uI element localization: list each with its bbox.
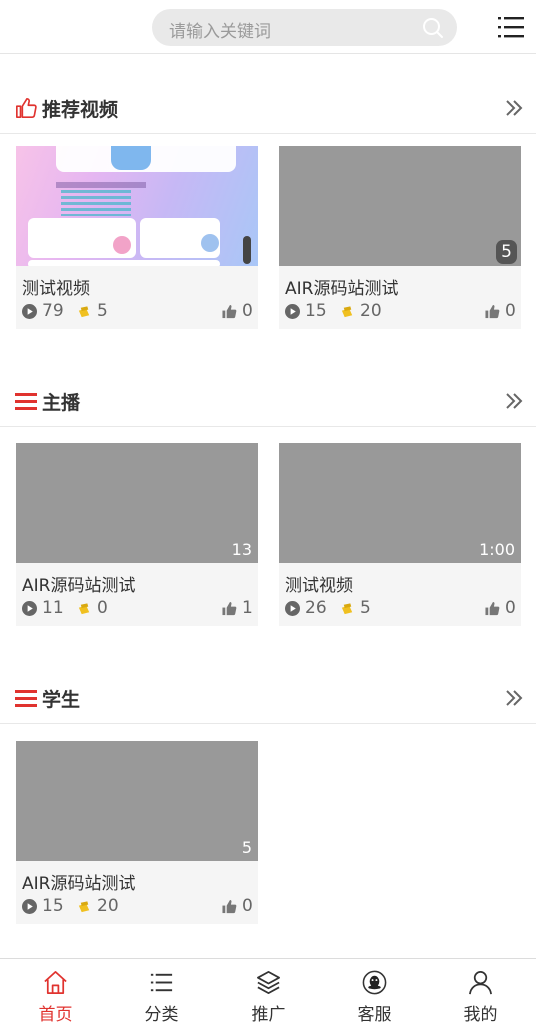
coins-count: 5 <box>77 301 108 321</box>
views-count: 11 <box>22 598 64 618</box>
list-icon <box>15 690 37 707</box>
video-title[interactable]: AIR源码站测试 <box>22 869 135 894</box>
section-title: 主播 <box>42 392 81 414</box>
coins-count: 5 <box>340 598 371 618</box>
views-count: 79 <box>22 301 64 321</box>
video-card[interactable]: 1:00 测试视频 26 5 0 <box>279 443 521 626</box>
video-card[interactable]: 5 AIR源码站测试 15 20 0 <box>279 146 521 329</box>
play-circle-icon <box>22 600 37 616</box>
views-count: 15 <box>22 896 64 916</box>
video-card[interactable]: 13 AIR源码站测试 11 0 1 <box>16 443 258 626</box>
user-icon <box>469 971 492 995</box>
top-bar: 请输入关键词 <box>0 0 536 54</box>
search-icon[interactable] <box>421 16 445 40</box>
like-icon <box>485 601 500 615</box>
duration-badge: 1:00 <box>479 540 515 559</box>
section-title: 学生 <box>42 689 81 711</box>
coin-icon <box>341 305 353 317</box>
likes-count: 1 <box>222 598 253 618</box>
double-chevron-right-icon[interactable] <box>504 391 524 411</box>
video-stats: 26 5 0 <box>285 598 517 618</box>
video-stats: 15 20 0 <box>285 301 517 321</box>
like-icon <box>222 304 237 318</box>
video-title[interactable]: AIR源码站测试 <box>285 274 398 299</box>
search-placeholder: 请输入关键词 <box>169 22 271 42</box>
video-stats: 15 20 0 <box>22 896 254 916</box>
video-thumbnail[interactable]: 1:00 <box>279 443 521 563</box>
duration-badge: 5 <box>496 240 517 264</box>
video-thumbnail[interactable]: 13 <box>16 443 258 563</box>
like-icon <box>222 601 237 615</box>
thumb-up-icon <box>16 98 37 118</box>
video-stats: 79 5 0 <box>22 301 254 321</box>
coins-count: 20 <box>77 896 119 916</box>
nav-profile[interactable]: 我的 <box>427 959 534 1024</box>
views-count: 15 <box>285 301 327 321</box>
play-circle-icon <box>22 303 37 319</box>
layers-icon <box>257 971 280 994</box>
coin-icon <box>78 305 90 317</box>
section-header: 推荐视频 <box>0 84 536 134</box>
likes-count: 0 <box>222 896 253 916</box>
nav-category[interactable]: 分类 <box>108 959 215 1024</box>
video-thumbnail[interactable]: 5 <box>279 146 521 266</box>
section-header: 学生 <box>0 674 536 724</box>
video-stats: 11 0 1 <box>22 598 254 618</box>
video-card[interactable]: 5 AIR源码站测试 15 20 0 <box>16 741 258 924</box>
section-header: 主播 <box>0 377 536 427</box>
video-title[interactable]: 测试视频 <box>22 274 90 299</box>
duration-badge: 13 <box>231 540 252 559</box>
like-icon <box>485 304 500 318</box>
play-circle-icon <box>285 600 300 616</box>
video-title[interactable]: 测试视频 <box>285 571 353 596</box>
menu-icon[interactable] <box>498 14 524 40</box>
bottom-nav: 首页 分类 推广 客服 我的 <box>0 958 536 1024</box>
thumbnail-image <box>16 146 258 266</box>
views-count: 26 <box>285 598 327 618</box>
video-thumbnail[interactable] <box>16 146 258 266</box>
coins-count: 0 <box>77 598 108 618</box>
likes-count: 0 <box>485 301 516 321</box>
play-circle-icon <box>285 303 300 319</box>
likes-count: 0 <box>485 598 516 618</box>
nav-home[interactable]: 首页 <box>2 959 109 1024</box>
like-icon <box>222 899 237 913</box>
list-icon <box>15 393 37 410</box>
video-card[interactable]: 测试视频 79 5 0 <box>16 146 258 329</box>
video-thumbnail[interactable]: 5 <box>16 741 258 861</box>
video-title[interactable]: AIR源码站测试 <box>22 571 135 596</box>
home-icon <box>44 971 67 994</box>
nav-promote[interactable]: 推广 <box>215 959 322 1024</box>
coin-icon <box>78 900 90 912</box>
list-icon <box>150 973 173 992</box>
play-circle-icon <box>22 898 37 914</box>
nav-service[interactable]: 客服 <box>321 959 428 1024</box>
coin-icon <box>341 602 353 614</box>
duration-badge: 5 <box>241 838 252 857</box>
coins-count: 20 <box>340 301 382 321</box>
coin-icon <box>78 602 90 614</box>
likes-count: 0 <box>222 301 253 321</box>
qq-icon <box>362 970 387 995</box>
double-chevron-right-icon[interactable] <box>504 688 524 708</box>
section-title: 推荐视频 <box>42 99 119 121</box>
search-input[interactable]: 请输入关键词 <box>152 9 457 46</box>
double-chevron-right-icon[interactable] <box>504 98 524 118</box>
